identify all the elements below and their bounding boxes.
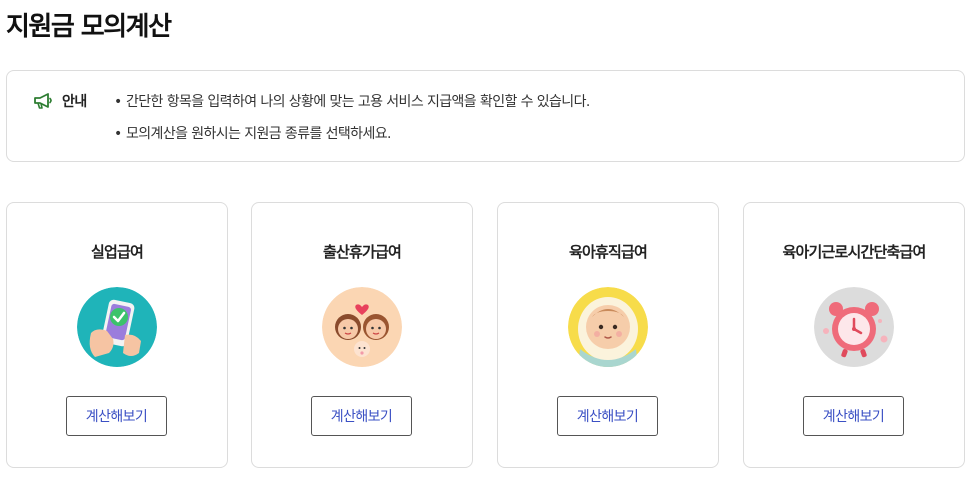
page-title: 지원금 모의계산 (6, 12, 172, 42)
notice-text: 모의계산을 원하시는 지원금 종류를 선택하세요. (126, 126, 391, 142)
notice-line-2: • 모의계산을 원하시는 지원금 종류를 선택하세요. (114, 123, 391, 143)
bullet: • (114, 94, 122, 110)
card-title: 육아기근로시간단축급여 (782, 243, 926, 261)
card-maternity-leave-benefit: 출산휴가급여 계산해보기 (251, 202, 473, 468)
card-reduced-working-hours-benefit: 육아기근로시간단축급여 계산해보기 (743, 202, 965, 468)
megaphone-icon (32, 91, 54, 111)
calculate-button[interactable]: 계산해보기 (66, 396, 167, 436)
parents-baby-heart-icon (322, 287, 402, 367)
card-parental-leave-benefit: 육아휴직급여 계산해보기 (497, 202, 719, 468)
notice-box: 안내 • 간단한 항목을 입력하여 나의 상황에 맞는 고용 서비스 지급액을 확… (6, 70, 965, 162)
alarm-clock-icon (814, 287, 894, 367)
card-title: 실업급여 (90, 243, 144, 261)
phone-check-hand-icon (77, 287, 157, 367)
notice-text: 간단한 항목을 입력하여 나의 상황에 맞는 고용 서비스 지급액을 확인할 수… (126, 94, 590, 110)
calculate-button[interactable]: 계산해보기 (311, 396, 412, 436)
card-title: 출산휴가급여 (322, 243, 402, 261)
calculate-button[interactable]: 계산해보기 (557, 396, 658, 436)
calculate-button[interactable]: 계산해보기 (803, 396, 904, 436)
notice-label: 안내 (62, 94, 87, 110)
card-unemployment-benefit: 실업급여 계산해보기 (6, 202, 228, 468)
baby-face-icon (568, 287, 648, 367)
card-title: 육아휴직급여 (568, 243, 648, 261)
bullet: • (114, 126, 122, 142)
notice-line-1: • 간단한 항목을 입력하여 나의 상황에 맞는 고용 서비스 지급액을 확인할 … (114, 91, 590, 111)
